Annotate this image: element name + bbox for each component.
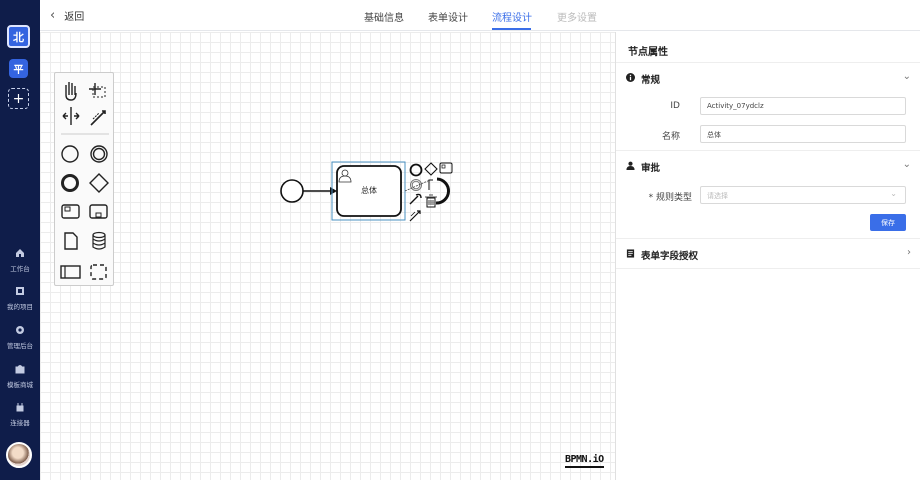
workspace-secondary-button[interactable]: 平: [9, 59, 28, 78]
top-bar: ‹ 返回 基础信息 表单设计 流程设计 更多设置: [40, 0, 920, 31]
rule-type-placeholder: 请选择: [707, 192, 728, 200]
chevron-down-icon: ⌄: [902, 159, 911, 170]
save-button[interactable]: 保存: [870, 214, 906, 231]
section-general-title: 常规: [641, 75, 661, 86]
chevron-down-icon: ⌄: [902, 71, 911, 82]
properties-panel: 节点属性 常规 ⌄ ID Activity_07ydclz 名称 总体 审批 ⌄…: [615, 32, 920, 480]
nav-label: 工作台: [10, 265, 30, 273]
name-field[interactable]: 总体: [700, 125, 906, 143]
project-icon: [16, 287, 24, 295]
shop-icon: [15, 365, 25, 374]
user-icon: [626, 161, 635, 170]
id-field[interactable]: Activity_07ydclz: [700, 97, 906, 115]
connect-icon[interactable]: [409, 210, 421, 222]
section-approval-header[interactable]: 审批 ⌄: [616, 150, 920, 180]
task-label: 总体: [361, 185, 377, 195]
rule-type-select[interactable]: 请选择 ⌄: [700, 186, 906, 204]
plugin-icon: [16, 403, 24, 412]
delete-trash-icon[interactable]: [425, 194, 437, 208]
section-form-auth-header[interactable]: 表单字段授权 ›: [616, 238, 920, 268]
nav-item-admin[interactable]: 管理后台: [0, 325, 40, 350]
settings-icon: [16, 326, 24, 334]
append-intermediate-event-icon[interactable]: [410, 179, 422, 191]
id-label: ID: [670, 101, 680, 111]
append-task-icon[interactable]: [439, 162, 453, 174]
add-workspace-button[interactable]: +: [8, 88, 29, 109]
back-button[interactable]: ‹ 返回: [50, 8, 84, 23]
active-tab-indicator: [492, 28, 531, 30]
tab-process-design[interactable]: 流程设计: [492, 9, 532, 24]
start-event[interactable]: [280, 179, 304, 203]
nav-label: 我的项目: [7, 303, 33, 311]
chevron-left-icon: ‹: [50, 8, 56, 23]
chevron-right-icon: ›: [907, 247, 911, 258]
tab-form-design[interactable]: 表单设计: [428, 9, 468, 24]
text-annotation-icon[interactable]: [428, 179, 433, 190]
section-approval-title: 审批: [641, 163, 661, 174]
change-type-wrench-icon[interactable]: [409, 193, 422, 205]
rule-type-label: * 规则类型: [648, 193, 692, 203]
workspace-primary-button[interactable]: 北: [7, 25, 30, 48]
end-event-partial[interactable]: [435, 177, 450, 205]
panel-title: 节点属性: [628, 47, 668, 58]
nav-label: 连接器: [10, 419, 30, 427]
tab-more-settings: 更多设置: [557, 13, 597, 24]
append-gateway-icon[interactable]: [424, 162, 438, 176]
nav-item-connectors[interactable]: 连接器: [0, 402, 40, 427]
tab-basic-info[interactable]: 基础信息: [364, 9, 404, 24]
back-label: 返回: [64, 12, 85, 23]
app-sidebar: 北 平 + 工作台 我的项目 管理后台 模板商城 连接器: [0, 0, 40, 480]
user-avatar[interactable]: [6, 442, 32, 468]
chevron-down-icon: ⌄: [890, 189, 897, 198]
panel-divider: [616, 268, 920, 269]
nav-item-projects[interactable]: 我的项目: [0, 286, 40, 311]
nav-item-templates[interactable]: 模板商城: [0, 364, 40, 389]
bpmn-io-logo[interactable]: BPMN.iO: [565, 454, 604, 468]
bpmn-canvas[interactable]: 总体 BPMN.iO: [40, 32, 615, 480]
nav-label: 模板商城: [7, 381, 33, 389]
append-end-event-icon[interactable]: [409, 163, 423, 177]
home-icon: [16, 249, 24, 257]
bpmn-diagram[interactable]: 总体: [40, 32, 615, 480]
name-label: 名称: [661, 132, 680, 142]
nav-item-workbench[interactable]: 工作台: [0, 248, 40, 273]
section-form-auth-title: 表单字段授权: [641, 251, 699, 262]
info-icon: [626, 73, 635, 82]
section-general-header[interactable]: 常规 ⌄: [616, 62, 920, 92]
nav-label: 管理后台: [7, 342, 33, 350]
form-icon: [626, 249, 635, 258]
